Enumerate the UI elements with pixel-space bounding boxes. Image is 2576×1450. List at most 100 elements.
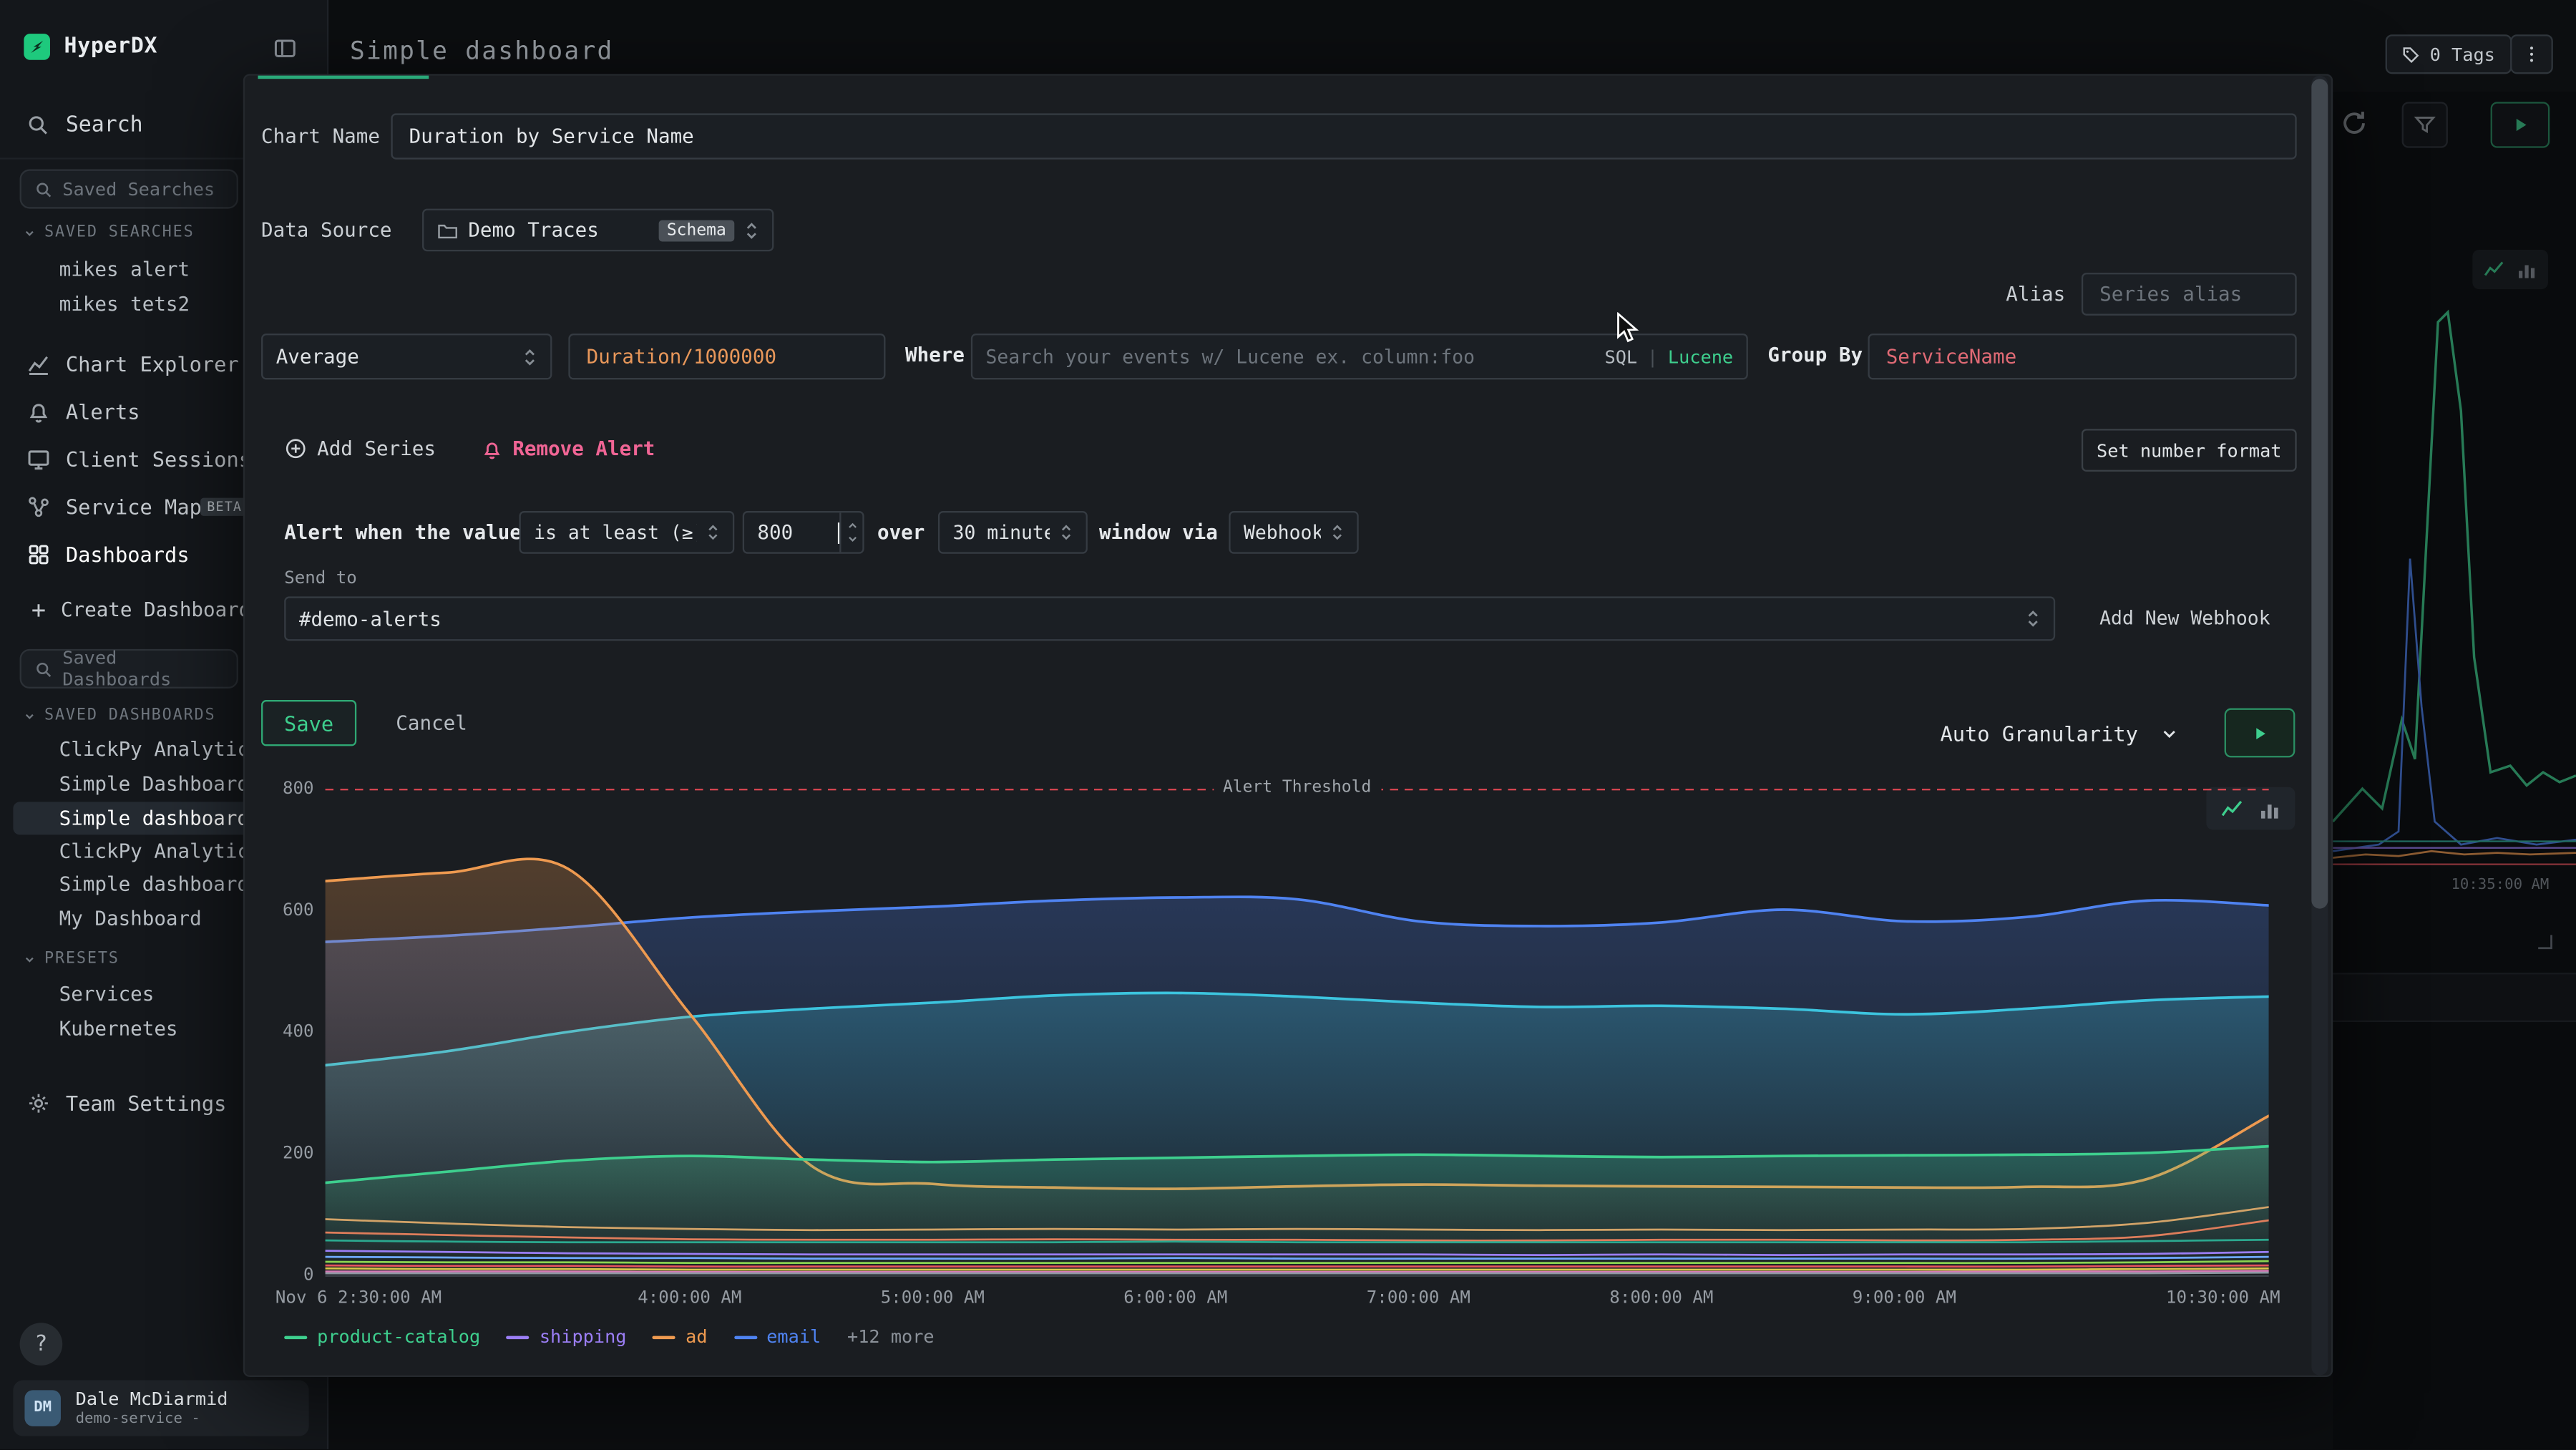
- presets-header[interactable]: PRESETS: [23, 950, 119, 968]
- folder-icon: [437, 220, 459, 241]
- more-options-button[interactable]: [2510, 34, 2553, 74]
- y-tick-label: 400: [251, 1023, 313, 1040]
- search-icon: [26, 113, 49, 136]
- alert-channel-select[interactable]: Webhook: [1229, 511, 1358, 554]
- page-title: Simple dashboard: [350, 37, 613, 66]
- save-button[interactable]: Save: [261, 700, 356, 746]
- saved-dashboards-header[interactable]: SAVED DASHBOARDS: [23, 706, 215, 724]
- play-icon: [2250, 724, 2268, 741]
- legend-item[interactable]: product-catalog: [284, 1326, 480, 1348]
- field-input[interactable]: [568, 334, 885, 379]
- saved-search-item[interactable]: mikes alert: [59, 258, 190, 281]
- sql-mode-toggle[interactable]: SQL: [1605, 346, 1638, 367]
- dashboard-item[interactable]: ClickPy Analytics: [59, 840, 261, 862]
- schema-badge: Schema: [658, 220, 734, 241]
- x-axis-labels: Nov 6 2:30:00 AM 4:00:00 AM 5:00:00 AM 6…: [326, 1288, 2269, 1311]
- dashboards-icon: [26, 541, 51, 565]
- data-source-select[interactable]: Demo Traces Schema: [422, 209, 774, 252]
- saved-search-item[interactable]: mikes tets2: [59, 293, 190, 316]
- scrollbar-thumb[interactable]: [2311, 79, 2328, 908]
- granularity-select[interactable]: Auto Granularity: [1940, 709, 2179, 758]
- x-tick-label: 5:00:00 AM: [881, 1288, 985, 1308]
- number-stepper[interactable]: [839, 512, 862, 552]
- add-webhook-button[interactable]: Add New Webhook: [2099, 606, 2270, 629]
- group-by-input[interactable]: [1868, 334, 2296, 379]
- alert-prefix-label: Alert when the value: [284, 521, 522, 544]
- collapse-sidebar-icon[interactable]: [273, 37, 297, 61]
- saved-dashboards-input[interactable]: Saved Dashboards: [20, 649, 238, 688]
- aggregation-select[interactable]: Average: [261, 334, 552, 379]
- alert-window-select[interactable]: 30 minute: [938, 511, 1088, 554]
- legend-swatch: [507, 1335, 530, 1338]
- x-tick-label: 6:00:00 AM: [1123, 1288, 1227, 1308]
- brand: HyperDX: [23, 33, 157, 61]
- x-tick-label: 10:30:00 AM: [2166, 1288, 2280, 1308]
- chart-explorer-icon: [26, 351, 51, 375]
- add-series-button[interactable]: Add Series: [284, 437, 436, 460]
- dashboard-item[interactable]: Simple Dashboard: [59, 772, 249, 795]
- plus-icon: [29, 600, 47, 618]
- preset-item[interactable]: Kubernetes: [59, 1017, 178, 1040]
- user-org: demo-service -: [76, 1411, 200, 1428]
- chevron-down-icon: [2161, 724, 2179, 741]
- dashboard-item[interactable]: ClickPy Analytics: [59, 738, 261, 761]
- chevron-down-icon: [23, 709, 36, 722]
- x-tick-label: 9:00:00 AM: [1853, 1288, 1956, 1308]
- alert-condition-select[interactable]: is at least (≥): [519, 511, 735, 554]
- legend-item[interactable]: ad: [653, 1326, 707, 1348]
- avatar: DM: [24, 1390, 61, 1426]
- dashboard-item[interactable]: My Dashboard: [59, 907, 202, 930]
- y-tick-label: 0: [251, 1267, 313, 1283]
- legend-more[interactable]: +12 more: [847, 1326, 935, 1348]
- alias-input[interactable]: [2082, 273, 2297, 316]
- chevron-down-icon: [23, 952, 36, 965]
- select-chevrons-icon: [1060, 522, 1073, 542]
- lucene-mode-toggle[interactable]: Lucene: [1668, 346, 1733, 367]
- select-chevrons-icon: [1331, 522, 1344, 542]
- modal-backdrop: [2333, 92, 2576, 1449]
- select-chevrons-icon: [706, 522, 719, 542]
- alert-bell-icon: [482, 438, 503, 459]
- saved-searches-input[interactable]: Saved Searches: [20, 169, 238, 208]
- app-root: HyperDX Search Saved Searches SAVED SEAR…: [0, 0, 2576, 1449]
- select-chevrons-icon: [522, 346, 537, 367]
- remove-alert-button[interactable]: Remove Alert: [482, 437, 655, 460]
- legend-swatch: [733, 1335, 756, 1338]
- y-tick-label: 600: [251, 902, 313, 918]
- tag-icon: [2402, 45, 2420, 63]
- window-via-label: window via: [1099, 521, 1218, 544]
- cancel-button[interactable]: Cancel: [373, 700, 490, 746]
- beta-badge: BETA: [200, 497, 248, 515]
- saved-searches-header[interactable]: SAVED SEARCHES: [23, 223, 194, 241]
- preset-item[interactable]: Services: [59, 983, 155, 1006]
- chart-name-label: Chart Name: [261, 125, 380, 147]
- webhook-select[interactable]: #demo-alerts: [284, 596, 2055, 641]
- dashboard-item[interactable]: Simple dashboard: [59, 872, 249, 895]
- legend-item[interactable]: shipping: [507, 1326, 627, 1348]
- alert-threshold-line: Alert Threshold: [326, 789, 2269, 790]
- chart-legend: product-catalog shipping ad email +12 mo…: [284, 1326, 934, 1348]
- y-tick-label: 800: [251, 781, 313, 797]
- search-icon: [34, 180, 52, 198]
- group-by-label: Group By: [1767, 344, 1863, 366]
- y-tick-label: 200: [251, 1145, 313, 1162]
- data-source-label: Data Source: [261, 218, 391, 241]
- user-menu[interactable]: DM Dale McDiarmid demo-service -: [13, 1381, 308, 1436]
- alias-label: Alias: [2006, 283, 2065, 306]
- set-number-format-button[interactable]: Set number format: [2082, 429, 2297, 472]
- help-button[interactable]: ?: [20, 1323, 63, 1366]
- tags-button[interactable]: 0 Tags: [2386, 34, 2512, 74]
- search-icon: [34, 660, 52, 678]
- brand-name: HyperDX: [64, 34, 158, 59]
- legend-item[interactable]: email: [733, 1326, 821, 1348]
- x-tick-label: Nov 6 2:30:00 AM: [275, 1288, 441, 1308]
- plot-area: Alert Threshold: [326, 782, 2269, 1292]
- run-chart-button[interactable]: [2225, 709, 2296, 758]
- active-tab-indicator: [258, 76, 429, 79]
- alert-threshold-input[interactable]: 800: [743, 511, 864, 554]
- chart-name-input[interactable]: [391, 113, 2296, 159]
- chevron-down-icon: [23, 226, 36, 239]
- alert-threshold-label: Alert Threshold: [1213, 779, 1381, 797]
- create-dashboard-button[interactable]: Create Dashboard: [29, 598, 250, 621]
- x-tick-label: 7:00:00 AM: [1367, 1288, 1470, 1308]
